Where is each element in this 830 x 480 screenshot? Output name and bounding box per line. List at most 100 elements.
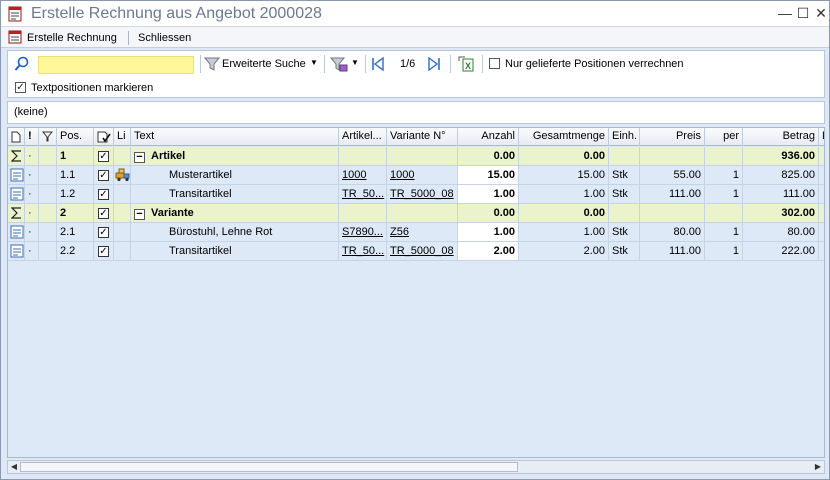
row-include-checkbox[interactable]: ✓ bbox=[98, 151, 109, 162]
cell-qty[interactable]: 2.00 bbox=[458, 242, 519, 260]
filter-dropdown-icon[interactable]: ▼ bbox=[351, 56, 359, 70]
collapse-icon[interactable]: − bbox=[134, 209, 145, 220]
cell-qty[interactable]: 0.00 bbox=[458, 147, 519, 165]
row-include-checkbox[interactable]: ✓ bbox=[98, 208, 109, 219]
first-page-icon[interactable] bbox=[371, 56, 385, 72]
cell-amount: 80.00 bbox=[743, 223, 819, 241]
cell-qty[interactable]: 1.00 bbox=[458, 185, 519, 203]
last-page-icon[interactable] bbox=[427, 56, 441, 72]
close-menu-button[interactable]: Schliessen bbox=[138, 30, 191, 46]
cell-amount: 111.00 bbox=[743, 185, 819, 203]
document-icon bbox=[8, 185, 25, 203]
toolbar-separator bbox=[450, 55, 451, 73]
cell-price: 111.00 bbox=[640, 185, 705, 203]
cell-article[interactable]: TR_50... bbox=[339, 242, 387, 260]
funnel-icon bbox=[204, 57, 220, 71]
filter-panel[interactable]: (keine) bbox=[7, 101, 825, 124]
search-icon[interactable] bbox=[14, 56, 30, 72]
cell-unit: Stk bbox=[609, 166, 640, 184]
cell-qty[interactable]: 1.00 bbox=[458, 223, 519, 241]
cell-text-value: Artikel bbox=[151, 150, 186, 162]
close-button[interactable]: ✕ bbox=[813, 4, 829, 22]
row-include-checkbox[interactable]: ✓ bbox=[98, 246, 109, 257]
row-li-cell bbox=[114, 185, 131, 203]
maximize-button[interactable]: ☐ bbox=[795, 4, 811, 22]
cell-article[interactable]: S7890... bbox=[339, 223, 387, 241]
scroll-left-icon[interactable]: ◀ bbox=[8, 461, 20, 473]
cell-qty[interactable]: 15.00 bbox=[458, 166, 519, 184]
table-row[interactable]: · ✓ 2.1 Bürostuhl, Lehne Rot S7890... Z56 1.00… bbox=[8, 223, 824, 242]
header-extra[interactable]: L bbox=[819, 128, 824, 146]
group-row[interactable]: · ✓ 2 − Variante 0.00 0.00 302.00 bbox=[8, 204, 824, 223]
cell-variant[interactable]: Z56 bbox=[387, 223, 458, 241]
cell-text: Transitartikel bbox=[131, 185, 339, 203]
header-flag[interactable]: ! bbox=[25, 128, 39, 146]
header-li[interactable]: Li bbox=[114, 128, 131, 146]
scrollbar-thumb[interactable] bbox=[20, 462, 518, 472]
row-flag: · bbox=[25, 204, 39, 222]
invoice-window: Erstelle Rechnung aus Angebot 2000028 — … bbox=[0, 0, 830, 480]
toolbar-separator bbox=[482, 55, 483, 73]
excel-export-icon[interactable]: X bbox=[457, 55, 475, 73]
scroll-right-icon[interactable]: ▶ bbox=[812, 461, 824, 473]
header-price[interactable]: Preis bbox=[640, 128, 705, 146]
row-filter-cell bbox=[39, 185, 57, 203]
row-li-cell bbox=[114, 242, 131, 260]
header-article[interactable]: Artikel... bbox=[339, 128, 387, 146]
header-doc-icon[interactable] bbox=[8, 128, 25, 146]
header-unit[interactable]: Einh. bbox=[609, 128, 640, 146]
cell-text: − Artikel bbox=[131, 147, 339, 165]
header-filter-icon[interactable] bbox=[39, 128, 57, 146]
cell-article[interactable]: 1000 bbox=[339, 166, 387, 184]
collapse-icon[interactable]: − bbox=[134, 152, 145, 163]
cell-extra bbox=[819, 204, 824, 222]
cell-per: 1 bbox=[705, 223, 743, 241]
header-pos[interactable]: Pos. bbox=[57, 128, 94, 146]
header-check-icon[interactable] bbox=[94, 128, 114, 146]
header-text[interactable]: Text bbox=[131, 128, 339, 146]
header-amount[interactable]: Betrag bbox=[743, 128, 819, 146]
row-flag: · bbox=[25, 223, 39, 241]
title-bar: Erstelle Rechnung aus Angebot 2000028 — … bbox=[1, 1, 829, 26]
row-li-cell bbox=[114, 166, 131, 184]
cell-pos: 1.1 bbox=[57, 166, 94, 184]
cell-extra bbox=[819, 185, 824, 203]
cell-total-qty: 15.00 bbox=[519, 166, 609, 184]
row-flag: · bbox=[25, 242, 39, 260]
create-invoice-button[interactable]: Erstelle Rechnung bbox=[27, 30, 117, 46]
row-flag: · bbox=[25, 147, 39, 165]
advanced-search-button[interactable]: Erweiterte Suche bbox=[222, 57, 306, 71]
row-include-checkbox[interactable]: ✓ bbox=[98, 170, 109, 181]
header-variant[interactable]: Variante N° bbox=[387, 128, 458, 146]
table-row[interactable]: · ✓ 1.2 Transitartikel TR_50... TR_5000_08 1.0… bbox=[8, 185, 824, 204]
horizontal-scrollbar[interactable]: ◀ ▶ bbox=[7, 460, 825, 474]
search-input[interactable] bbox=[38, 56, 194, 74]
header-per[interactable]: per bbox=[705, 128, 743, 146]
header-qty[interactable]: Anzahl bbox=[458, 128, 519, 146]
row-filter-cell bbox=[39, 242, 57, 260]
cell-total-qty: 0.00 bbox=[519, 204, 609, 222]
cell-variant[interactable]: TR_5000_08 bbox=[387, 185, 458, 203]
cell-text-value: Variante bbox=[151, 207, 194, 219]
header-total-qty[interactable]: Gesamtmenge bbox=[519, 128, 609, 146]
cell-qty[interactable]: 0.00 bbox=[458, 204, 519, 222]
cell-variant[interactable]: 1000 bbox=[387, 166, 458, 184]
row-include-checkbox[interactable]: ✓ bbox=[98, 189, 109, 200]
cell-text-value: Transitartikel bbox=[169, 245, 232, 257]
cell-price: 111.00 bbox=[640, 242, 705, 260]
minimize-button[interactable]: — bbox=[777, 4, 793, 22]
row-include-checkbox[interactable]: ✓ bbox=[98, 227, 109, 238]
mark-text-positions-checkbox[interactable]: ✓ bbox=[15, 82, 26, 93]
only-delivered-label: Nur gelieferte Positionen verrechnen bbox=[505, 58, 684, 70]
row-filter-cell bbox=[39, 147, 57, 165]
only-delivered-checkbox[interactable] bbox=[489, 58, 500, 69]
table-row[interactable]: · ✓ 1.1 Musterartikel 1000 1000 15.00 15.00 Stk 5… bbox=[8, 166, 824, 185]
row-filter-cell bbox=[39, 166, 57, 184]
filter-settings-icon[interactable] bbox=[330, 56, 348, 72]
cell-article[interactable]: TR_50... bbox=[339, 185, 387, 203]
table-row[interactable]: · ✓ 2.2 Transitartikel TR_50... TR_5000_08 2.0… bbox=[8, 242, 824, 261]
advanced-search-dropdown-icon[interactable]: ▼ bbox=[310, 56, 318, 70]
group-row[interactable]: · ✓ 1 − Artikel 0.00 0.00 936.00 bbox=[8, 147, 824, 166]
sum-icon bbox=[8, 147, 25, 165]
cell-variant[interactable]: TR_5000_08 bbox=[387, 242, 458, 260]
